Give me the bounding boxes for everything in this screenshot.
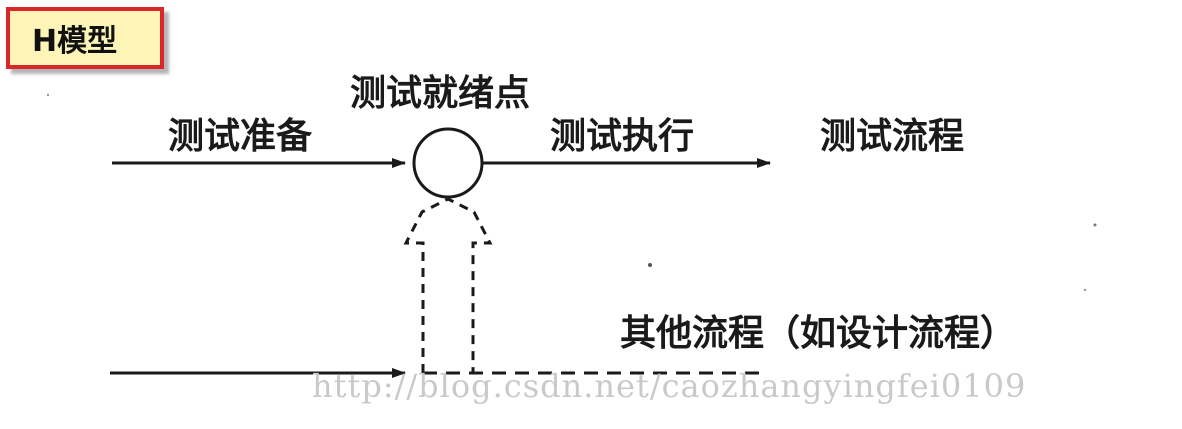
speck (648, 263, 652, 267)
other-flow-label: 其他流程（如设计流程） (620, 313, 1016, 354)
speck (46, 93, 50, 97)
test-ready-point-circle (412, 127, 484, 199)
test-prep-label: 测试准备 (168, 116, 313, 157)
dashed-hollow-arrow (403, 197, 493, 373)
h-model-diagram: 测试就绪点 测试准备 测试执行 测试流程 其他流程（如设计流程） http://… (46, 73, 1097, 405)
test-flow-label: 测试流程 (820, 116, 964, 157)
speck (1093, 223, 1097, 227)
test-ready-point-label: 测试就绪点 (350, 73, 530, 114)
test-exec-label: 测试执行 (550, 116, 694, 157)
watermark-text: http://blog.csdn.net/caozhangyingfei0109 (312, 367, 1026, 405)
speck (1083, 288, 1087, 292)
